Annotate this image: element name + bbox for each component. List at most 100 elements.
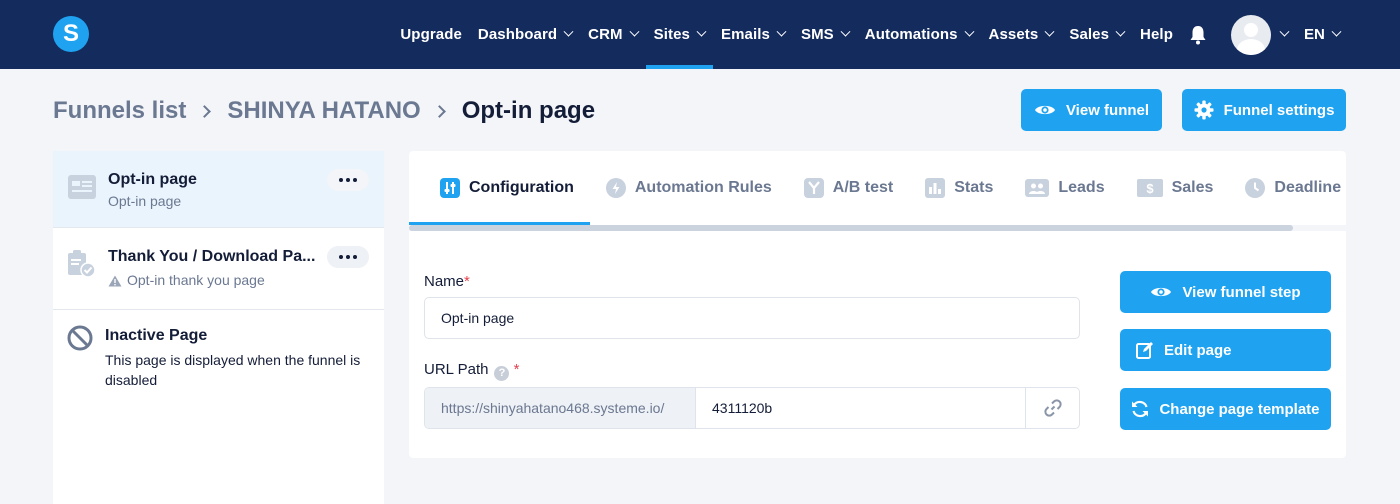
edit-page-label: Edit page [1164,341,1232,359]
nav-automations-label: Automations [864,26,958,43]
chevron-down-icon [1279,26,1290,37]
tab-label: Automation Rules [634,179,772,196]
breadcrumb-funnels-list[interactable]: Funnels list [53,97,186,125]
step-description: This page is displayed when the funnel i… [105,352,361,388]
nav-assets-label: Assets [988,26,1039,43]
systeme-logo[interactable]: S [53,16,89,52]
step-subtitle: Opt-in page [108,193,182,209]
users-icon [1025,179,1050,197]
change-page-template-button[interactable]: Change page template [1120,388,1331,430]
url-path-input[interactable]: 4311120b [696,388,1025,428]
view-funnel-step-label: View funnel step [1182,283,1301,301]
chevron-down-icon [563,26,574,37]
nav-crm-label: CRM [588,26,623,43]
view-funnel-button[interactable]: View funnel [1021,89,1162,131]
chevron-down-icon [776,26,787,37]
nav-upgrade-label: Upgrade [400,26,462,43]
warning-icon [108,275,122,287]
tab-label: Configuration [469,179,574,196]
step-detail-card: Configuration Automation Rules A/B test … [409,151,1346,458]
chevron-down-icon [629,26,640,37]
edit-page-button[interactable]: Edit page [1120,329,1331,371]
step-options-button[interactable] [327,169,369,191]
funnel-settings-label: Funnel settings [1223,101,1335,119]
tab-ab-test[interactable]: A/B test [788,151,909,225]
change-template-label: Change page template [1159,400,1320,418]
language-selector[interactable]: EN [1296,0,1348,69]
step-subtitle: Opt-in thank you page [127,272,265,288]
tab-label: Sales [1171,179,1214,196]
help-icon[interactable]: ? [494,365,510,381]
step-title: Thank You / Download Pa... [108,248,316,265]
funnel-steps-sidebar: Opt-in page Opt-in page Thank You / Down… [53,151,384,504]
edit-icon [1136,342,1153,359]
nav-sites-label: Sites [653,26,690,43]
chevron-down-icon [840,26,851,37]
chevron-down-icon [1115,26,1126,37]
nav-sales[interactable]: Sales [1061,0,1132,69]
nav-emails-label: Emails [721,26,770,43]
tab-sales[interactable]: $ Sales [1121,151,1230,225]
ban-icon [67,325,93,351]
step-inactive-page[interactable]: Inactive Page This page is displayed whe… [53,310,384,410]
tab-stats[interactable]: Stats [909,151,1009,225]
step-thank-you-page[interactable]: Thank You / Download Pa... Opt-in thank … [53,228,384,310]
url-path-label: URL Path? * [424,361,520,381]
nav-upgrade[interactable]: Upgrade [392,0,470,69]
clipboard-check-icon [68,250,96,278]
eye-icon [1034,105,1055,115]
nav-sales-label: Sales [1069,26,1110,43]
chevron-down-icon [696,26,707,37]
step-opt-in-page[interactable]: Opt-in page Opt-in page [53,151,384,228]
name-input[interactable]: Opt-in page [424,297,1080,339]
tab-label: Leads [1058,179,1105,196]
nav-dashboard-label: Dashboard [477,26,558,43]
url-path-group: https://shinyahatano468.systeme.io/ 4311… [424,387,1080,429]
nav-sites[interactable]: Sites [645,0,714,69]
step-tabs: Configuration Automation Rules A/B test … [409,151,1346,225]
funnel-settings-button[interactable]: Funnel settings [1182,89,1346,131]
nav-sms[interactable]: SMS [793,0,857,69]
nav-dashboard[interactable]: Dashboard [470,0,580,69]
chevron-down-icon [1331,26,1342,37]
chevron-down-icon [1044,26,1055,37]
tab-label: Deadline set [1274,179,1346,196]
name-label: Name* [424,273,470,290]
bell-icon[interactable] [1189,25,1207,45]
account-menu[interactable] [1225,14,1296,55]
main-nav: Upgrade Dashboard CRM Sites Emails SMS A… [392,0,1348,69]
tab-deadline-settings[interactable]: Deadline set [1229,151,1346,225]
tabs-scrollbar[interactable] [409,225,1346,231]
step-options-button[interactable] [327,246,369,268]
language-label: EN [1303,26,1325,43]
view-funnel-step-button[interactable]: View funnel step [1120,271,1331,313]
tab-label: A/B test [832,179,894,196]
tab-automation-rules[interactable]: Automation Rules [590,151,788,225]
link-icon[interactable] [1025,388,1079,428]
tab-configuration[interactable]: Configuration [409,151,590,225]
refresh-icon [1132,400,1149,418]
nav-assets[interactable]: Assets [981,0,1062,69]
bolt-icon [605,178,626,198]
split-icon [803,178,824,198]
nav-help[interactable]: Help [1132,0,1181,69]
page-layout-icon [68,175,96,199]
name-value: Opt-in page [441,310,515,326]
top-navigation-bar: S Upgrade Dashboard CRM Sites Emails SMS… [0,0,1400,69]
view-funnel-label: View funnel [1065,101,1150,119]
breadcrumb-funnel-name[interactable]: SHINYA HATANO [227,97,420,125]
nav-crm[interactable]: CRM [580,0,645,69]
nav-sms-label: SMS [800,26,834,43]
scrollbar-thumb[interactable] [409,225,1293,231]
gear-icon [1194,100,1214,120]
dollar-icon: $ [1136,179,1163,197]
url-domain-prefix: https://shinyahatano468.systeme.io/ [425,388,696,428]
chevron-right-icon [432,104,446,118]
nav-automations[interactable]: Automations [857,0,981,69]
sliders-icon [440,178,460,198]
clock-icon [1245,178,1266,198]
tab-label: Stats [954,179,994,196]
nav-emails[interactable]: Emails [713,0,793,69]
url-path-value: 4311120b [712,400,773,416]
tab-leads[interactable]: Leads [1009,151,1120,225]
